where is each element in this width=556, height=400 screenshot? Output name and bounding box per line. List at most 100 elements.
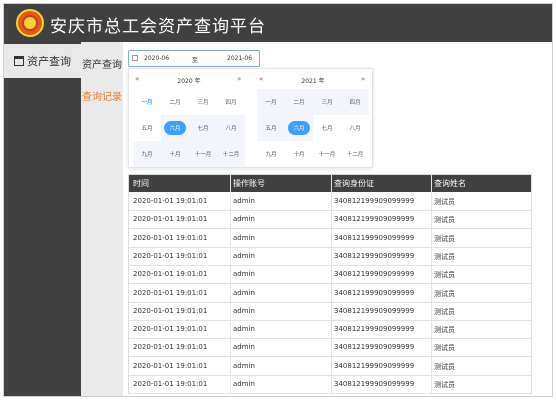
table-cell: admin (233, 343, 255, 352)
table-cell: 测试员 (434, 344, 455, 353)
table-row: 2020-01-01 19:01:01 admin 3408121999090999… (129, 302, 531, 321)
month-cell[interactable]: 三月 (313, 89, 341, 115)
range-separator: 至 (192, 57, 199, 64)
table-cell: 测试员 (434, 289, 455, 298)
month-cell[interactable]: 十一月 (189, 141, 217, 167)
month-cell[interactable]: 八月 (217, 115, 245, 141)
table-cell: 340812199909099999 (334, 215, 415, 224)
table-cell: 340812199909099999 (334, 233, 415, 242)
subnav-item-asset-query[interactable]: 资产查询 (81, 56, 123, 71)
month-label: 二月 (293, 100, 305, 106)
table-cell: 340812199909099999 (334, 380, 415, 388)
column-divider (331, 175, 332, 393)
table-cell: 340812199909099999 (334, 325, 415, 334)
month-cell[interactable]: 四月 (217, 89, 245, 115)
table-cell: 340812199909099999 (334, 288, 415, 297)
table-cell: 2020-01-01 19:01:01 (133, 270, 208, 279)
month-cell[interactable]: 二月 (285, 89, 313, 115)
table-cell: admin (233, 215, 255, 224)
month-label: 十月 (293, 152, 305, 158)
month-label: 五月 (141, 126, 153, 132)
table-cell: admin (233, 270, 255, 279)
month-label: 十二月 (346, 152, 364, 158)
table-cell: 测试员 (434, 271, 455, 280)
table-cell: 测试员 (434, 252, 455, 261)
table-row: 2020-01-01 19:01:01 admin 3408121999090999… (129, 320, 531, 340)
sidebar-item-label: 资产查询 (27, 55, 71, 68)
table-row: 2020-01-01 19:01:01 admin 3408121999090999… (129, 229, 531, 248)
month-cell[interactable]: 九月 (133, 141, 161, 167)
next-year-icon[interactable]: » (361, 75, 365, 83)
picker-header: « 2021 年 » (253, 75, 373, 85)
month-cell[interactable]: 七月 (189, 115, 217, 141)
app-title: 安庆市总工会资产查询平台 (50, 17, 266, 37)
month-cell[interactable]: 五月 (257, 115, 285, 141)
table-row: 2020-01-01 19:01:01 admin 3408121999090999… (129, 265, 531, 285)
month-cell[interactable]: 七月 (313, 115, 341, 141)
month-range-picker: « 2020 年 » 一月 二月 三月 四月 五月 六月 七月 八月 九月 十月 十一月 十二月 « … (128, 68, 373, 168)
month-label: 三月 (197, 100, 209, 106)
table-cell: 340812199909099999 (334, 343, 415, 352)
range-start-value: 2020-06 (144, 55, 170, 62)
table-row: 2020-01-01 19:01:01 admin 3408121999090999… (129, 210, 531, 230)
table-cell: 2020-01-01 19:01:01 (133, 251, 208, 260)
picker-pane-right: « 2021 年 » 一月 二月 三月 四月五月 六月 七月 八月九月 十月 十一月 十二月 (253, 69, 373, 169)
month-label: 九月 (141, 152, 153, 158)
union-logo-icon (16, 9, 44, 37)
column-divider (431, 175, 432, 393)
month-cell[interactable]: 八月 (341, 115, 369, 141)
month-grid: 一月 二月 三月 四月五月 六月 七月 八月九月 十月 十一月 十二月 (133, 89, 245, 167)
picker-pane-left: « 2020 年 » 一月 二月 三月 四月 五月 六月 七月 八月 九月 十月 十一月 十二月 (129, 69, 249, 169)
month-cell[interactable]: 三月 (189, 89, 217, 115)
month-label: 八月 (349, 126, 361, 132)
table-row: 2020-01-01 19:01:01 admin 3408121999090999… (129, 247, 531, 266)
month-label: 一月 (265, 100, 277, 106)
table-row: 2020-01-01 19:01:01 admin 3408121999090999… (129, 375, 531, 394)
table-cell: 2020-01-01 19:01:01 (133, 380, 208, 388)
table-cell: 340812199909099999 (334, 270, 415, 279)
month-cell[interactable]: 十一月 (313, 141, 341, 167)
month-cell[interactable]: 五月 (133, 115, 161, 141)
next-year-icon[interactable]: » (237, 75, 241, 83)
month-cell[interactable]: 二月 (161, 89, 189, 115)
table-cell: 2020-01-01 19:01:01 (133, 361, 208, 370)
month-cell[interactable]: 四月 (341, 89, 369, 115)
table-cell: 2020-01-01 19:01:01 (133, 343, 208, 352)
month-row: 五月 六月 七月 八月 (133, 115, 245, 141)
month-cell[interactable]: 九月 (257, 141, 285, 167)
table-cell: 测试员 (434, 198, 455, 206)
subnav-item-query-records[interactable]: 查询记录 (81, 88, 123, 103)
table-cell: 2020-01-01 19:01:01 (133, 215, 208, 224)
month-cell[interactable]: 十月 (285, 141, 313, 167)
table-row: 2020-01-01 19:01:01 admin 3408121999090999… (129, 357, 531, 376)
range-end-value: 2021-06 (227, 55, 253, 62)
month-cell[interactable]: 六月 (161, 115, 189, 141)
month-label: 六月 (288, 121, 310, 135)
table-cell: 测试员 (434, 216, 455, 225)
month-label: 三月 (321, 100, 333, 106)
month-cell[interactable]: 六月 (285, 115, 313, 141)
picker-year-label: 2020 年 (177, 78, 201, 85)
month-label: 六月 (164, 121, 186, 135)
table-cell: 340812199909099999 (334, 197, 415, 205)
month-cell[interactable]: 一月 (257, 89, 285, 115)
month-cell[interactable]: 一月 (133, 89, 161, 115)
table-row: 2020-01-01 19:01:01 admin 3408121999090999… (129, 192, 531, 211)
month-label: 十二月 (222, 152, 240, 158)
table-cell: admin (233, 380, 255, 388)
column-header-name: 查询姓名 (434, 179, 466, 188)
month-cell[interactable]: 十月 (161, 141, 189, 167)
month-label: 八月 (225, 126, 237, 132)
sidebar-item-asset-query[interactable]: 资产查询 (4, 44, 81, 78)
month-row: 一月 二月 三月 四月 (133, 89, 245, 115)
column-divider (230, 175, 231, 393)
month-label: 四月 (225, 100, 237, 106)
table-cell: 2020-01-01 19:01:01 (133, 306, 208, 315)
month-range-input[interactable]: 2020-06 至 2021-06 (128, 50, 260, 67)
month-cell[interactable]: 十二月 (341, 141, 369, 167)
month-cell[interactable]: 十二月 (217, 141, 245, 167)
sub-nav: 资产查询 查询记录 (81, 42, 123, 396)
month-row: 一月 二月 三月 四月 (257, 89, 369, 115)
month-label: 十月 (169, 152, 181, 158)
app-header: 安庆市总工会资产查询平台 (4, 4, 552, 42)
